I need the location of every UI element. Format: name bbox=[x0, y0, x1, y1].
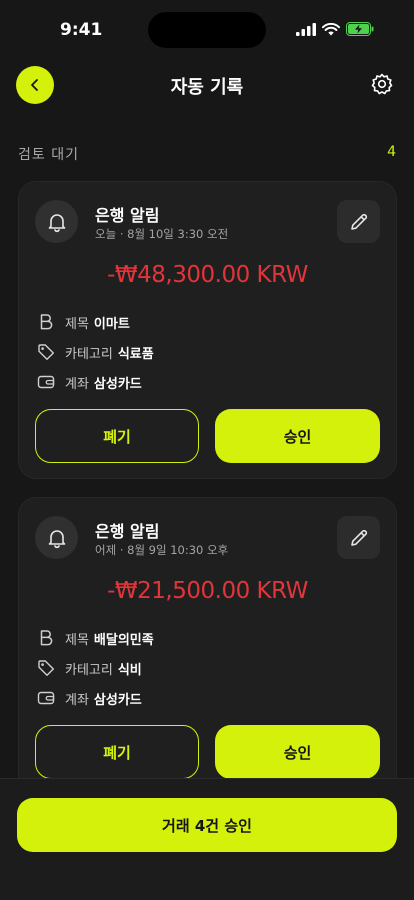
detail-value: 식비 bbox=[117, 662, 142, 678]
card-timestamp: 어제 · 8월 9일 10:30 오후 bbox=[95, 543, 229, 557]
wifi-icon bbox=[322, 22, 340, 35]
card-header: 은행 알림 어제 · 8월 9일 10:30 오후 bbox=[35, 516, 380, 560]
tag-icon bbox=[37, 343, 55, 361]
approve-button[interactable]: 승인 bbox=[215, 409, 380, 463]
bell-icon bbox=[48, 529, 65, 548]
approve-all-button[interactable]: 거래 4건 승인 bbox=[17, 798, 397, 852]
status-time: 9:41 bbox=[60, 20, 103, 40]
discard-button[interactable]: 폐기 bbox=[35, 725, 199, 779]
signal-icon bbox=[296, 22, 316, 36]
bottom-action-bar: 거래 4건 승인 bbox=[0, 778, 414, 900]
approve-button[interactable]: 승인 bbox=[215, 725, 380, 779]
section-header: 검토 대기 4 bbox=[18, 144, 396, 164]
detail-row-account: 계좌 삼성카드 bbox=[37, 372, 142, 392]
gear-icon bbox=[371, 73, 393, 95]
detail-value: 배달의민족 bbox=[93, 632, 154, 648]
pencil-icon bbox=[350, 213, 367, 230]
status-icons bbox=[296, 22, 374, 36]
detail-label: 카테고리 bbox=[65, 662, 113, 678]
transaction-amount: -₩48,300.00 KRW bbox=[107, 262, 308, 288]
detail-value: 이마트 bbox=[93, 316, 130, 332]
transaction-card: 은행 알림 어제 · 8월 9일 10:30 오후 -₩21,500.00 KR… bbox=[18, 497, 397, 795]
bell-icon-wrap bbox=[35, 516, 78, 559]
edit-button[interactable] bbox=[337, 516, 380, 559]
edit-button[interactable] bbox=[337, 200, 380, 243]
detail-value: 삼성카드 bbox=[93, 376, 142, 392]
pending-count: 4 bbox=[387, 144, 396, 160]
detail-row-category: 카테고리 식비 bbox=[37, 658, 142, 678]
wallet-icon bbox=[37, 689, 55, 707]
detail-row-title: 제목 배달의민족 bbox=[37, 628, 154, 648]
detail-row-title: 제목 이마트 bbox=[37, 312, 130, 332]
detail-row-account: 계좌 삼성카드 bbox=[37, 688, 142, 708]
transaction-card: 은행 알림 오늘 · 8월 10일 3:30 오전 -₩48,300.00 KR… bbox=[18, 181, 397, 479]
wallet-icon bbox=[37, 373, 55, 391]
bell-icon bbox=[48, 213, 65, 232]
card-title: 은행 알림 bbox=[95, 522, 160, 541]
bold-b-icon bbox=[37, 629, 55, 647]
detail-label: 제목 bbox=[65, 632, 89, 648]
detail-label: 제목 bbox=[65, 316, 89, 332]
nav-bar: 자동 기록 bbox=[0, 60, 414, 112]
detail-label: 계좌 bbox=[65, 692, 89, 708]
card-timestamp: 오늘 · 8월 10일 3:30 오전 bbox=[95, 227, 229, 241]
bell-icon-wrap bbox=[35, 200, 78, 243]
detail-value: 식료품 bbox=[117, 346, 154, 362]
transaction-amount: -₩21,500.00 KRW bbox=[107, 578, 308, 604]
card-title: 은행 알림 bbox=[95, 206, 160, 225]
page-title: 자동 기록 bbox=[170, 77, 244, 98]
detail-value: 삼성카드 bbox=[93, 692, 142, 708]
detail-label: 계좌 bbox=[65, 376, 89, 392]
status-bar: 9:41 bbox=[0, 0, 414, 56]
bold-b-icon bbox=[37, 313, 55, 331]
pencil-icon bbox=[350, 529, 367, 546]
section-label: 검토 대기 bbox=[18, 147, 79, 163]
battery-charging-icon bbox=[346, 22, 374, 36]
card-header: 은행 알림 오늘 · 8월 10일 3:30 오전 bbox=[35, 200, 380, 244]
settings-button[interactable] bbox=[370, 72, 394, 96]
tag-icon bbox=[37, 659, 55, 677]
detail-label: 카테고리 bbox=[65, 346, 113, 362]
discard-button[interactable]: 폐기 bbox=[35, 409, 199, 463]
detail-row-category: 카테고리 식료품 bbox=[37, 342, 154, 362]
dynamic-island bbox=[148, 12, 266, 48]
